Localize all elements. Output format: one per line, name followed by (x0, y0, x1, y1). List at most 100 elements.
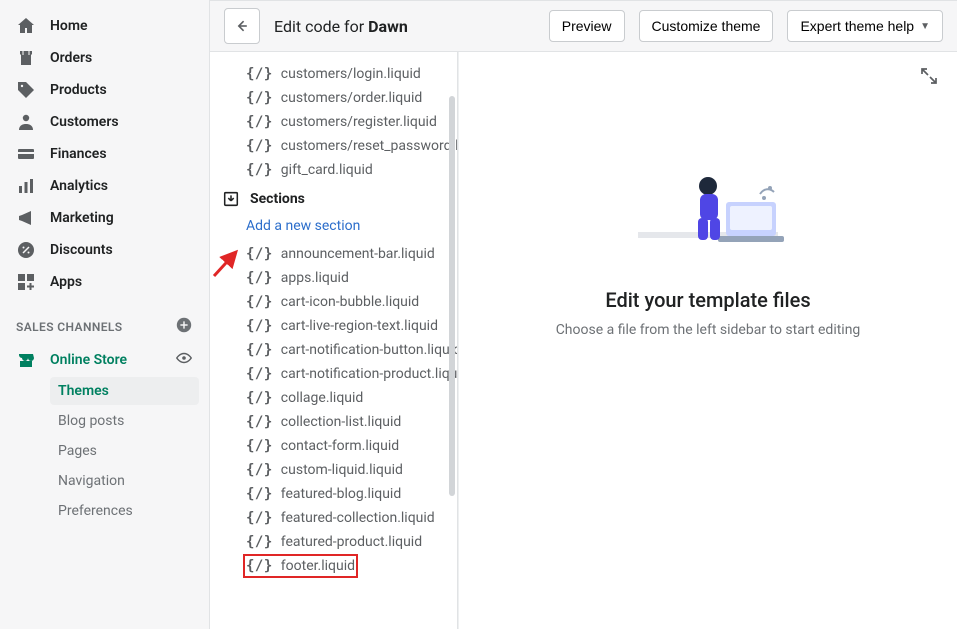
liquid-file-icon: {/} (246, 462, 273, 478)
preview-button[interactable]: Preview (549, 10, 625, 42)
file-item[interactable]: {/}customers/reset_password.li (210, 134, 457, 158)
nav-item-discounts[interactable]: Discounts (0, 234, 209, 266)
file-name: collection-list.liquid (281, 414, 402, 430)
back-button[interactable] (224, 8, 260, 44)
customize-theme-button[interactable]: Customize theme (639, 10, 774, 42)
editor-pane: Edit your template files Choose a file f… (458, 52, 957, 629)
liquid-file-icon: {/} (246, 90, 273, 106)
liquid-file-icon: {/} (246, 66, 273, 82)
liquid-file-icon: {/} (246, 438, 273, 454)
nav-item-customers[interactable]: Customers (0, 106, 209, 138)
file-item[interactable]: {/}announcement-bar.liquid (210, 242, 457, 266)
liquid-file-icon: {/} (246, 390, 273, 406)
empty-state-illustration (618, 152, 798, 272)
liquid-file-icon: {/} (246, 318, 273, 334)
liquid-file-icon: {/} (246, 162, 273, 178)
liquid-file-icon: {/} (246, 510, 273, 526)
empty-state-title: Edit your template files (556, 288, 861, 312)
file-tree-panel: {/} customers/login.liquid {/} customers/or… (210, 52, 458, 629)
caret-down-icon: ▼ (920, 21, 930, 32)
file-name: apps.liquid (281, 270, 349, 286)
file-name: custom-liquid.liquid (281, 462, 403, 478)
file-name: customers/reset_password.li (281, 138, 457, 154)
liquid-file-icon: {/} (246, 114, 273, 130)
liquid-file-icon: {/} (246, 558, 273, 574)
nav-label: Customers (50, 114, 119, 130)
tag-icon (16, 80, 36, 100)
liquid-file-icon: {/} (246, 246, 273, 262)
finances-icon (16, 144, 36, 164)
file-item[interactable]: {/}cart-notification-product.liqu (210, 362, 457, 386)
sales-channels-label: SALES CHANNELS (16, 320, 123, 334)
expert-help-dropdown[interactable]: Expert theme help▼ (787, 10, 943, 42)
file-name: cart-notification-product.liqu (281, 366, 457, 382)
file-name: cart-live-region-text.liquid (281, 318, 438, 334)
nav-item-marketing[interactable]: Marketing (0, 202, 209, 234)
liquid-file-icon: {/} (246, 342, 273, 358)
file-item[interactable]: {/} cart-live-region-text.liquid (210, 314, 457, 338)
nav-label: Home (50, 18, 88, 34)
file-name: customers/order.liquid (281, 90, 422, 106)
file-item[interactable]: {/}gift_card.liquid (210, 158, 457, 182)
file-item[interactable]: {/}featured-blog.liquid (210, 482, 457, 506)
home-icon (16, 16, 36, 36)
subnav-navigation[interactable]: Navigation (50, 467, 199, 495)
nav-item-products[interactable]: Products (0, 74, 209, 106)
file-name: customers/login.liquid (281, 66, 421, 82)
liquid-file-icon: {/} (246, 534, 273, 550)
empty-state-subtitle: Choose a file from the left sidebar to s… (556, 322, 861, 338)
liquid-file-icon: {/} (246, 486, 273, 502)
file-item[interactable]: {/}collage.liquid (210, 386, 457, 410)
scrollbar[interactable] (449, 96, 455, 496)
file-item[interactable]: {/}featured-collection.liquid (210, 506, 457, 530)
file-name: footer.liquid (281, 558, 355, 574)
eye-icon[interactable] (175, 349, 193, 371)
file-name: customers/register.liquid (281, 114, 437, 130)
add-channel-icon[interactable] (175, 316, 193, 337)
file-item[interactable]: {/} customers/order.liquid (210, 86, 457, 110)
main-area: Edit code for Dawn Preview Customize the… (210, 0, 957, 629)
nav-item-orders[interactable]: Orders (0, 42, 209, 74)
subnav-preferences[interactable]: Preferences (50, 497, 199, 525)
subnav-pages[interactable]: Pages (50, 437, 199, 465)
nav-label: Online Store (50, 352, 127, 368)
megaphone-icon (16, 208, 36, 228)
file-group-sections[interactable]: Sections (210, 182, 457, 212)
person-icon (16, 112, 36, 132)
folder-download-icon (222, 190, 240, 208)
apps-icon (16, 272, 36, 292)
analytics-icon (16, 176, 36, 196)
file-item[interactable]: {/}featured-product.liquid (210, 530, 457, 554)
nav-item-analytics[interactable]: Analytics (0, 170, 209, 202)
orders-icon (16, 48, 36, 68)
nav-label: Discounts (50, 242, 113, 258)
nav-item-online-store[interactable]: Online Store (0, 343, 209, 377)
file-tree-scroll[interactable]: {/} customers/login.liquid {/} customers/or… (210, 52, 457, 629)
expand-icon[interactable] (915, 62, 943, 90)
file-item[interactable]: {/}cart-icon-bubble.liquid (210, 290, 457, 314)
file-item[interactable]: {/} customers/register.liquid (210, 110, 457, 134)
file-name: cart-icon-bubble.liquid (281, 294, 419, 310)
subnav-themes[interactable]: Themes (50, 377, 199, 405)
file-item[interactable]: {/} footer.liquid (210, 554, 457, 578)
liquid-file-icon: {/} (246, 414, 273, 430)
file-group-label: Sections (250, 191, 305, 207)
file-item[interactable]: {/} collection-list.liquid (210, 410, 457, 434)
subnav-blog-posts[interactable]: Blog posts (50, 407, 199, 435)
nav-label: Marketing (50, 210, 114, 226)
store-icon (16, 350, 36, 370)
nav-label: Finances (50, 146, 107, 162)
add-new-section-link[interactable]: Add a new section (210, 212, 457, 242)
file-item[interactable]: {/} customers/login.liquid (210, 62, 457, 86)
nav-item-finances[interactable]: Finances (0, 138, 209, 170)
file-name: cart-notification-button.liquic (281, 342, 457, 358)
discount-icon (16, 240, 36, 260)
nav-item-home[interactable]: Home (0, 10, 209, 42)
file-item[interactable]: {/} cart-notification-button.liquic (210, 338, 457, 362)
file-item[interactable]: {/}apps.liquid (210, 266, 457, 290)
file-name: contact-form.liquid (281, 438, 399, 454)
file-item[interactable]: {/} contact-form.liquid (210, 434, 457, 458)
online-store-submenu: Themes Blog posts Pages Navigation Prefe… (0, 377, 209, 525)
file-item[interactable]: {/} custom-liquid.liquid (210, 458, 457, 482)
nav-item-apps[interactable]: Apps (0, 266, 209, 298)
